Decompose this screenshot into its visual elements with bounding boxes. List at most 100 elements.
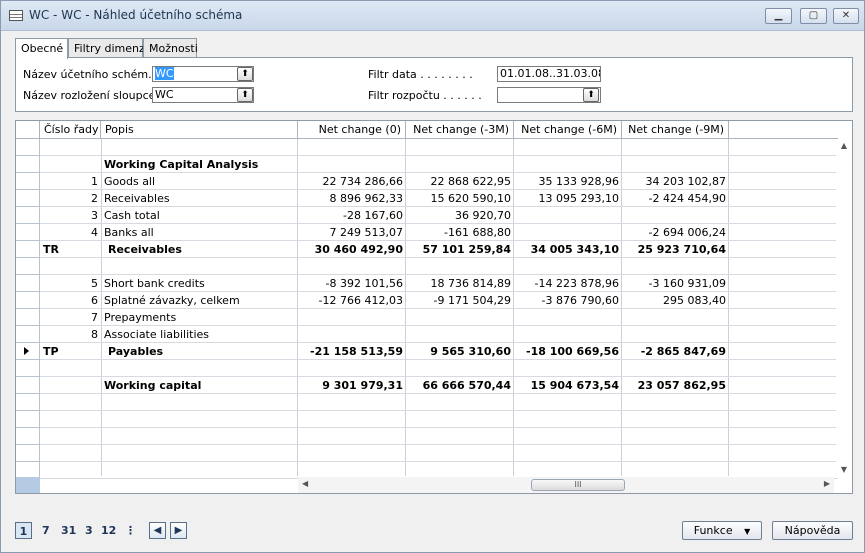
cell-net-change-3m[interactable]	[406, 156, 514, 173]
cell-net-change-3m[interactable]	[406, 309, 514, 326]
cell-net-change-9m[interactable]	[622, 258, 729, 275]
cell-net-change-9m[interactable]: 23 057 862,95	[622, 377, 729, 394]
cell-net-change-0[interactable]	[298, 309, 406, 326]
pager-more-icon[interactable]: ⋮	[125, 522, 136, 539]
header-net-change-9m[interactable]: Net change (-9M)	[622, 121, 729, 139]
cell-net-change-6m[interactable]	[514, 258, 622, 275]
row-selector[interactable]	[16, 275, 40, 292]
cell-net-change-0[interactable]	[298, 326, 406, 343]
row-selector[interactable]	[16, 156, 40, 173]
cell-net-change-6m[interactable]: 35 133 928,96	[514, 173, 622, 190]
cell-net-change-6m[interactable]: 15 904 673,54	[514, 377, 622, 394]
cell-net-change-0[interactable]: 22 734 286,66	[298, 173, 406, 190]
row-selector[interactable]	[16, 326, 40, 343]
date-filter-field[interactable]: 01.01.08..31.03.08	[497, 66, 601, 82]
cell-row-no[interactable]: 1	[40, 173, 101, 190]
cell-net-change-6m[interactable]: -14 223 878,96	[514, 275, 622, 292]
cell-row-no[interactable]: 6	[40, 292, 101, 309]
cell-net-change-9m[interactable]: 34 203 102,87	[622, 173, 729, 190]
cell-row-no[interactable]	[40, 360, 101, 377]
cell-net-change-6m[interactable]	[514, 360, 622, 377]
cell-description[interactable]: Receivables	[104, 190, 296, 207]
pager-item-31[interactable]: 31	[61, 522, 76, 539]
header-net-change-3m[interactable]: Net change (-3M)	[406, 121, 514, 139]
cell-net-change-6m[interactable]	[514, 156, 622, 173]
cell-net-change-3m[interactable]: 57 101 259,84	[406, 241, 514, 258]
cell-net-change-0[interactable]	[298, 258, 406, 275]
cell-net-change-6m[interactable]: -18 100 669,56	[514, 343, 622, 360]
scroll-down-icon[interactable]: ▼	[836, 465, 852, 474]
help-button[interactable]: Nápověda	[772, 521, 853, 540]
cell-net-change-3m[interactable]: 9 565 310,60	[406, 343, 514, 360]
cell-row-no[interactable]	[40, 139, 101, 156]
cell-row-no[interactable]	[40, 156, 101, 173]
pager-item-7[interactable]: 7	[42, 522, 50, 539]
cell-net-change-0[interactable]: 8 896 962,33	[298, 190, 406, 207]
cell-description[interactable]: Prepayments	[104, 309, 296, 326]
cell-description[interactable]: Working Capital Analysis	[104, 156, 296, 173]
cell-description[interactable]: Goods all	[104, 173, 296, 190]
header-row-no[interactable]: Číslo řady	[40, 121, 101, 139]
cell-net-change-9m[interactable]	[622, 360, 729, 377]
previous-period-button[interactable]: ◀	[149, 522, 166, 539]
cell-net-change-0[interactable]: 9 301 979,31	[298, 377, 406, 394]
scroll-up-icon[interactable]: ▲	[836, 141, 852, 150]
cell-row-no[interactable]: 4	[40, 224, 101, 241]
cell-net-change-3m[interactable]: 22 868 622,95	[406, 173, 514, 190]
schedule-name-lookup-icon[interactable]: ⬆	[237, 67, 253, 81]
cell-net-change-3m[interactable]: -161 688,80	[406, 224, 514, 241]
cell-net-change-0[interactable]	[298, 360, 406, 377]
cell-net-change-9m[interactable]	[622, 326, 729, 343]
cell-row-no[interactable]: 7	[40, 309, 101, 326]
row-selector[interactable]	[16, 224, 40, 241]
cell-net-change-9m[interactable]: -2 694 006,24	[622, 224, 729, 241]
cell-net-change-6m[interactable]	[514, 326, 622, 343]
next-period-button[interactable]: ▶	[170, 522, 187, 539]
cell-net-change-3m[interactable]	[406, 326, 514, 343]
cell-net-change-9m[interactable]: -2 424 454,90	[622, 190, 729, 207]
scroll-thumb[interactable]: III	[531, 479, 625, 491]
cell-row-no[interactable]: 8	[40, 326, 101, 343]
cell-description[interactable]: Short bank credits	[104, 275, 296, 292]
cell-net-change-3m[interactable]	[406, 258, 514, 275]
cell-net-change-9m[interactable]	[622, 156, 729, 173]
cell-net-change-0[interactable]: 7 249 513,07	[298, 224, 406, 241]
cell-net-change-3m[interactable]: 66 666 570,44	[406, 377, 514, 394]
cell-description[interactable]	[104, 139, 296, 156]
cell-net-change-0[interactable]: 30 460 492,90	[298, 241, 406, 258]
cell-row-no[interactable]	[40, 258, 101, 275]
tab-dimension-filters[interactable]: Filtry dimenzí	[68, 38, 148, 58]
cell-net-change-6m[interactable]	[514, 139, 622, 156]
row-selector[interactable]	[16, 411, 40, 428]
scroll-left-icon[interactable]: ◀	[302, 479, 308, 488]
row-selector[interactable]	[16, 360, 40, 377]
scroll-right-icon[interactable]: ▶	[824, 479, 830, 488]
pager-item-3[interactable]: 3	[85, 522, 93, 539]
cell-net-change-0[interactable]	[298, 156, 406, 173]
cell-net-change-9m[interactable]	[622, 309, 729, 326]
row-selector[interactable]	[16, 173, 40, 190]
cell-net-change-9m[interactable]: -2 865 847,69	[622, 343, 729, 360]
row-selector[interactable]	[16, 377, 40, 394]
cell-net-change-9m[interactable]: 295 083,40	[622, 292, 729, 309]
row-selector[interactable]	[16, 139, 40, 156]
horizontal-scrollbar[interactable]: ◀ III ▶	[298, 477, 834, 493]
cell-description[interactable]: Working capital	[104, 377, 296, 394]
cell-net-change-0[interactable]	[298, 139, 406, 156]
header-net-change-6m[interactable]: Net change (-6M)	[514, 121, 622, 139]
cell-net-change-0[interactable]: -8 392 101,56	[298, 275, 406, 292]
cell-row-no[interactable]	[40, 377, 101, 394]
cell-description[interactable]	[104, 258, 296, 275]
cell-row-no[interactable]: 3	[40, 207, 101, 224]
pager-item-12[interactable]: 12	[101, 522, 116, 539]
row-selector[interactable]	[16, 207, 40, 224]
cell-net-change-3m[interactable]	[406, 360, 514, 377]
minimize-button[interactable]: ▁	[765, 8, 792, 24]
pager-item-1[interactable]: 1	[15, 522, 32, 539]
cell-description[interactable]: Payables	[104, 343, 296, 360]
header-description[interactable]: Popis	[101, 121, 298, 139]
cell-net-change-0[interactable]: -28 167,60	[298, 207, 406, 224]
cell-net-change-6m[interactable]	[514, 224, 622, 241]
cell-net-change-6m[interactable]: 34 005 343,10	[514, 241, 622, 258]
cell-net-change-3m[interactable]: 36 920,70	[406, 207, 514, 224]
